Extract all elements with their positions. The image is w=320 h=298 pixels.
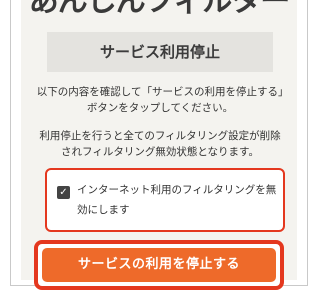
checkbox-checked-icon[interactable]: ✓	[57, 186, 70, 199]
warning-text: 利用停止を行うと全てのフィルタリング設定が削除されフィルタリング無効状態となりま…	[39, 130, 281, 158]
content-panel: あんしんフィルター サービス利用停止 以下の内容を確認して「サービスの利用を停止…	[21, 0, 297, 280]
brand-logo-text: あんしんフィルター	[28, 0, 290, 19]
action-highlight: サービスの利用を停止する	[34, 240, 284, 290]
page-title: サービス利用停止	[47, 32, 273, 72]
instruction-text: 以下の内容を確認して「サービスの利用を停止する」ボタンをタップしてください。	[36, 86, 284, 114]
filter-disable-label[interactable]: インターネット利用のフィルタリングを無効にします	[77, 180, 277, 220]
stop-service-button[interactable]: サービスの利用を停止する	[42, 248, 276, 282]
filter-disable-option[interactable]: ✓ インターネット利用のフィルタリングを無効にします	[45, 168, 285, 232]
